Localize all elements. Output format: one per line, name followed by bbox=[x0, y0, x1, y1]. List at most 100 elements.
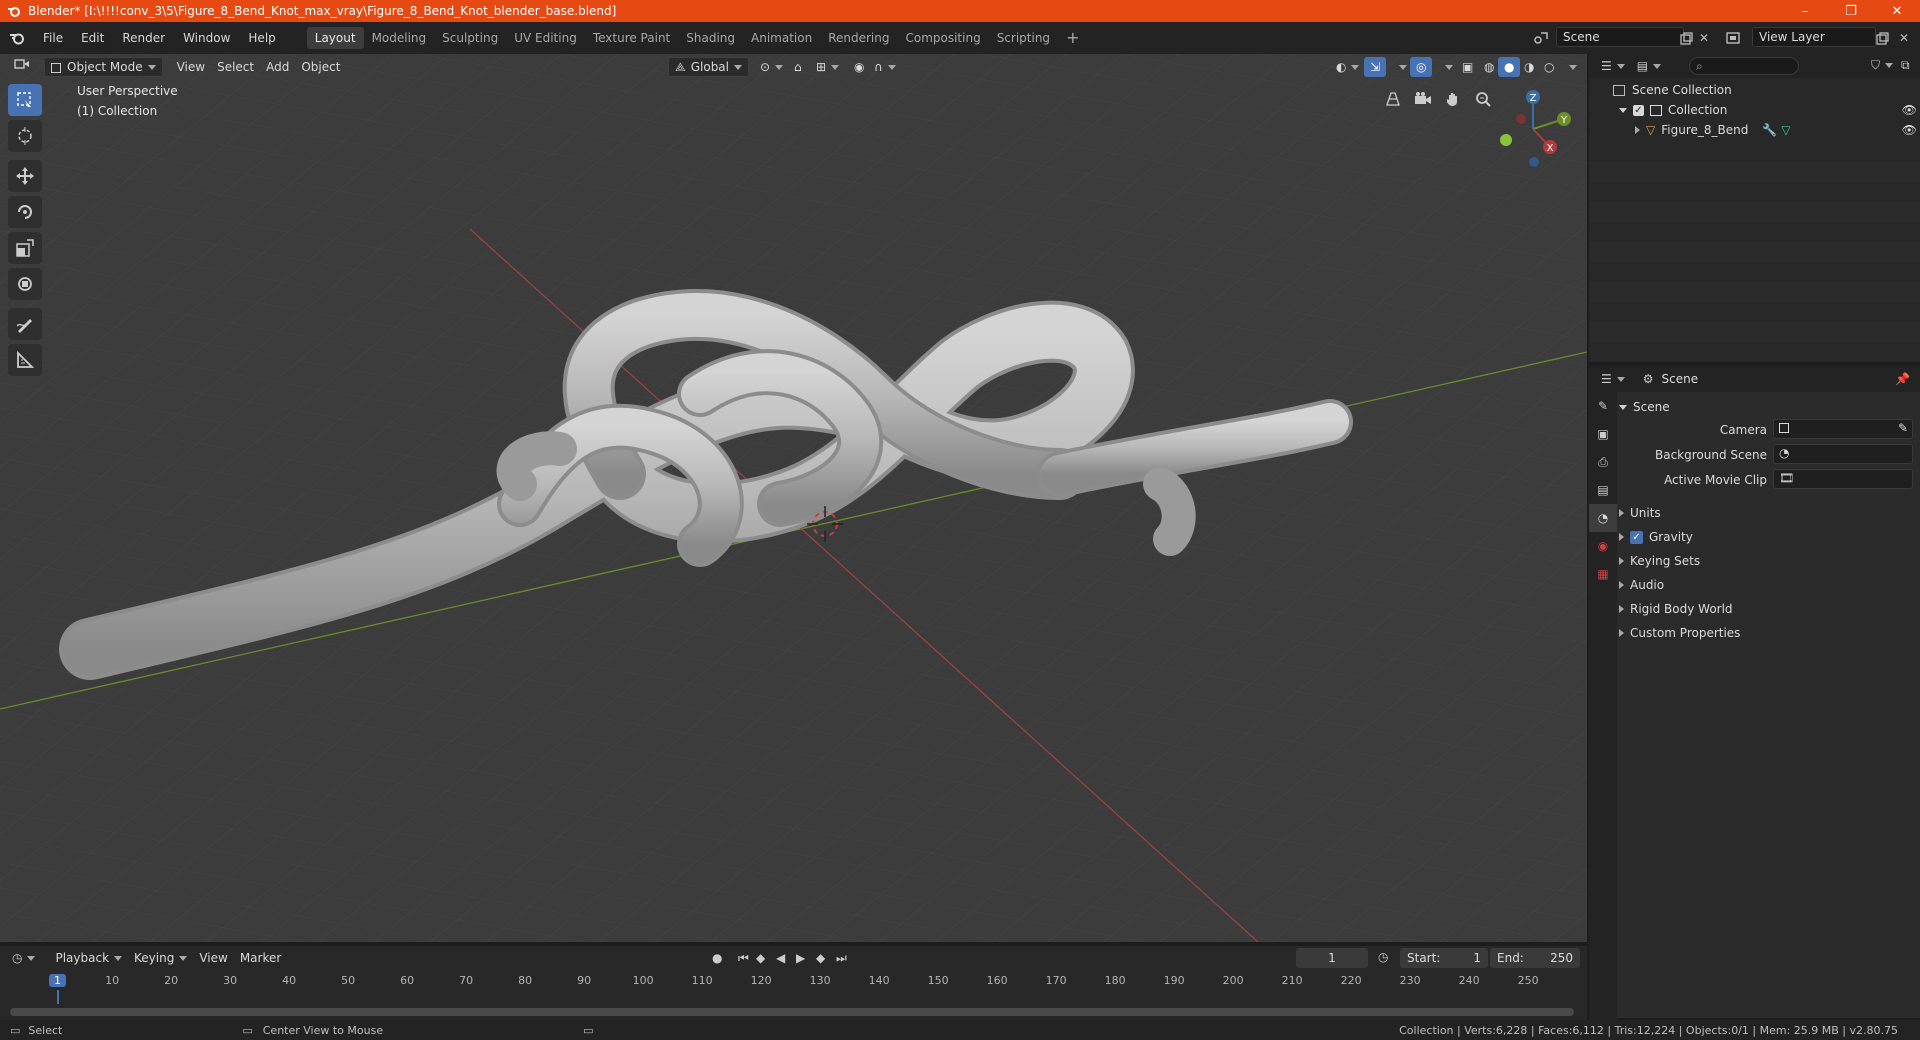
tab-shading[interactable]: Shading bbox=[678, 27, 743, 49]
expand-object-icon[interactable] bbox=[1635, 126, 1640, 134]
menu-view[interactable]: View bbox=[171, 57, 211, 77]
new-scene-icon[interactable] bbox=[1676, 28, 1696, 48]
view-layer-field[interactable]: View Layer bbox=[1752, 27, 1876, 47]
mesh-data-icon[interactable]: ▽ bbox=[1781, 123, 1790, 137]
outliner-search-field[interactable]: ⌕ bbox=[1689, 57, 1799, 75]
mode-selector[interactable]: Object Mode bbox=[44, 57, 163, 77]
collection-exclude-checkbox[interactable]: ✓ bbox=[1633, 104, 1644, 116]
play-icon[interactable]: ▶ bbox=[796, 951, 805, 965]
custom-properties-panel-header[interactable]: Custom Properties bbox=[1619, 622, 1919, 644]
snap-toggle-icon[interactable]: ⌂ bbox=[788, 57, 808, 77]
annotate-tool-icon[interactable] bbox=[8, 308, 42, 340]
tab-animation[interactable]: Animation bbox=[743, 27, 820, 49]
menu-select[interactable]: Select bbox=[211, 57, 260, 77]
outliner-row-figure-8-bend[interactable]: ▽ Figure_8_Bend 🔧 ▽ 👁 bbox=[1635, 120, 1919, 140]
scene-panel-header[interactable]: Scene bbox=[1619, 396, 1919, 418]
blender-menu-icon[interactable] bbox=[0, 31, 34, 45]
start-frame-field[interactable]: Start: 1 bbox=[1400, 948, 1488, 968]
display-mode-icon[interactable]: ▤ bbox=[1637, 59, 1662, 73]
new-view-layer-icon[interactable] bbox=[1872, 28, 1892, 48]
minimize-button[interactable]: – bbox=[1782, 0, 1828, 22]
rigid-body-world-expand-icon[interactable] bbox=[1619, 605, 1624, 613]
scene-selector-icon[interactable] bbox=[1527, 27, 1555, 49]
measure-tool-icon[interactable] bbox=[8, 344, 42, 376]
menu-keying[interactable]: Keying bbox=[128, 948, 193, 968]
toggle-grid-view-icon[interactable] bbox=[1380, 86, 1406, 112]
collection-visibility-eye-icon[interactable]: 👁 bbox=[1902, 103, 1917, 117]
gizmo-toggle-icon[interactable]: ⇲ bbox=[1364, 57, 1387, 77]
gravity-panel-header[interactable]: ✓ Gravity bbox=[1619, 526, 1919, 548]
new-collection-icon[interactable]: ⧉ bbox=[1901, 58, 1910, 73]
menu-window[interactable]: Window bbox=[174, 27, 239, 49]
proportional-falloff-icon[interactable]: ∩ bbox=[868, 57, 902, 77]
menu-edit[interactable]: Edit bbox=[72, 27, 113, 49]
jump-keyframe-back-icon[interactable]: ◆ bbox=[756, 951, 765, 965]
jump-start-icon[interactable]: ⏮ bbox=[738, 951, 749, 966]
texture-tab-icon[interactable]: ▦ bbox=[1589, 560, 1617, 588]
navigation-gizmo[interactable]: Z Y X bbox=[1488, 84, 1578, 174]
xray-toggle-icon[interactable]: ▣ bbox=[1456, 57, 1479, 77]
jump-keyframe-forward-icon[interactable]: ◆ bbox=[816, 951, 825, 965]
modifier-wrench-icon[interactable]: 🔧 bbox=[1762, 123, 1777, 137]
add-workspace-button[interactable]: + bbox=[1058, 27, 1087, 49]
scene-name-field[interactable]: Scene bbox=[1556, 27, 1684, 47]
units-expand-icon[interactable] bbox=[1619, 509, 1624, 517]
rotate-tool-icon[interactable] bbox=[8, 196, 42, 228]
menu-render[interactable]: Render bbox=[113, 27, 174, 49]
maximize-button[interactable]: ❐ bbox=[1828, 0, 1874, 22]
tab-modeling[interactable]: Modeling bbox=[364, 27, 435, 49]
tool-tab-icon[interactable]: ✎ bbox=[1589, 392, 1617, 420]
preview-range-icon[interactable]: ◷ bbox=[1378, 950, 1388, 964]
current-frame-field[interactable]: 1 bbox=[1296, 948, 1368, 968]
tab-layout[interactable]: Layout bbox=[306, 27, 364, 49]
gravity-checkbox[interactable]: ✓ bbox=[1630, 530, 1643, 544]
menu-marker[interactable]: Marker bbox=[234, 948, 287, 968]
object-visibility-eye-icon[interactable]: 👁 bbox=[1902, 123, 1917, 137]
visibility-selectability-icon[interactable]: ◐ bbox=[1330, 57, 1365, 77]
gizmo-neg-x-axis[interactable] bbox=[1516, 114, 1526, 124]
keying-sets-panel-header[interactable]: Keying Sets bbox=[1619, 550, 1919, 572]
eyedropper-icon[interactable]: ✎ bbox=[1898, 421, 1908, 435]
camera-view-icon[interactable] bbox=[1410, 86, 1436, 112]
background-scene-field[interactable]: ◔ bbox=[1773, 444, 1913, 464]
tab-compositing[interactable]: Compositing bbox=[897, 27, 988, 49]
pin-icon[interactable]: 📌 bbox=[1895, 372, 1910, 386]
current-frame-marker[interactable]: 1 bbox=[49, 974, 66, 987]
audio-expand-icon[interactable] bbox=[1619, 581, 1624, 589]
transform-orientation-dropdown[interactable]: ⟁ Global bbox=[668, 57, 749, 77]
tab-scripting[interactable]: Scripting bbox=[989, 27, 1058, 49]
editor-type-icon[interactable] bbox=[8, 57, 38, 77]
camera-field[interactable]: ✎ bbox=[1773, 419, 1913, 439]
outliner-editor-type-icon[interactable]: ☰ bbox=[1601, 59, 1625, 73]
menu-timeline-view[interactable]: View bbox=[193, 948, 233, 968]
view-layer-icon[interactable] bbox=[1718, 27, 1748, 49]
keying-sets-expand-icon[interactable] bbox=[1619, 557, 1624, 565]
delete-scene-icon[interactable]: ✕ bbox=[1694, 28, 1714, 48]
shading-options-icon[interactable] bbox=[1558, 57, 1583, 77]
outliner-row-collection[interactable]: ✓ Collection 👁 bbox=[1619, 100, 1919, 120]
scene-tab-icon[interactable]: ◔ bbox=[1589, 504, 1617, 532]
pivot-point-icon[interactable]: ⊙ bbox=[754, 57, 789, 77]
menu-object[interactable]: Object bbox=[295, 57, 346, 77]
overlays-toggle-icon[interactable]: ◎ bbox=[1410, 57, 1433, 77]
menu-file[interactable]: File bbox=[34, 27, 72, 49]
gizmo-neg-y-axis[interactable] bbox=[1500, 134, 1512, 146]
scene-panel-expand-icon[interactable] bbox=[1619, 404, 1627, 410]
transform-tool-icon[interactable] bbox=[8, 268, 42, 300]
properties-editor-type-icon[interactable]: ☰ bbox=[1601, 372, 1625, 386]
audio-panel-header[interactable]: Audio bbox=[1619, 574, 1919, 596]
frame-ruler[interactable]: 1 10 20 30 40 50 60 70 80 90 100 110 120 130 140 150 160… bbox=[0, 972, 1587, 1004]
timeline-editor-type-icon[interactable]: ◷ bbox=[12, 951, 36, 965]
tab-rendering[interactable]: Rendering bbox=[820, 27, 897, 49]
record-button-icon[interactable]: ● bbox=[712, 951, 722, 965]
menu-help[interactable]: Help bbox=[239, 27, 284, 49]
rigid-body-world-panel-header[interactable]: Rigid Body World bbox=[1619, 598, 1919, 620]
gizmo-neg-z-axis[interactable] bbox=[1529, 157, 1539, 167]
tab-uv-editing[interactable]: UV Editing bbox=[506, 27, 585, 49]
cursor-tool-icon[interactable] bbox=[8, 120, 42, 152]
3d-viewport[interactable]: Object Mode View Select Add Object ⟁ Glob… bbox=[0, 54, 1587, 942]
move-tool-icon[interactable] bbox=[8, 160, 42, 192]
output-tab-icon[interactable]: ⎙ bbox=[1589, 448, 1617, 476]
gravity-expand-icon[interactable] bbox=[1619, 533, 1624, 541]
menu-add[interactable]: Add bbox=[260, 57, 295, 77]
